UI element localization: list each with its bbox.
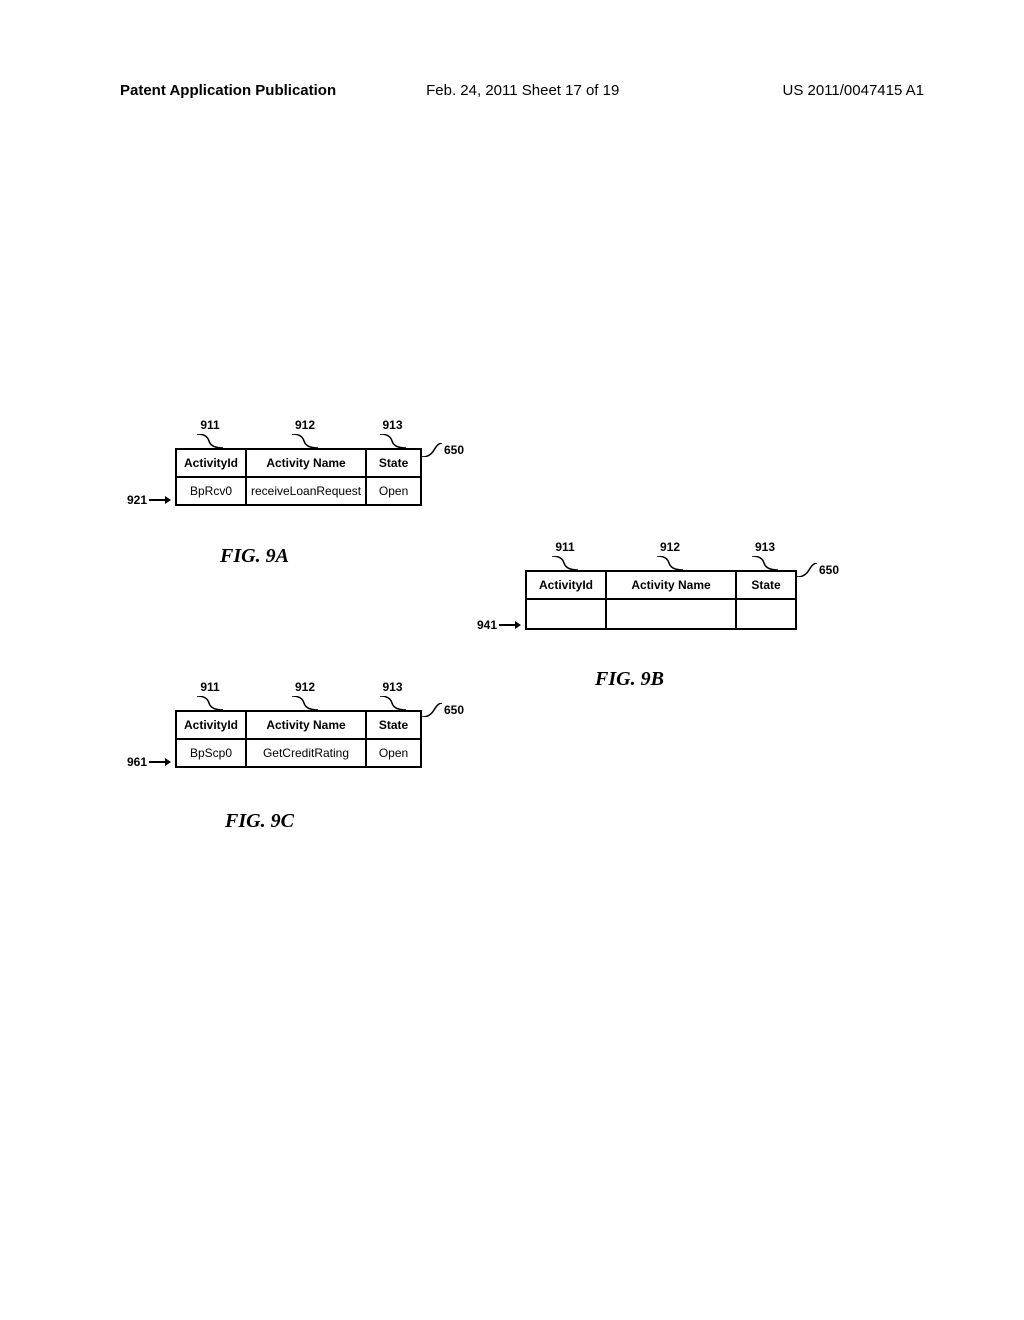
row-ref-label: 921 [127,493,147,507]
header-activity-name: Activity Name [246,711,366,739]
header-sheet-info: Feb. 24, 2011 Sheet 17 of 19 [426,82,619,99]
header-state: State [366,449,421,477]
activity-table-9a: ActivityId Activity Name State BpRcv0 re… [175,448,422,506]
header-activity-id: ActivityId [176,449,246,477]
activity-table-9b: ActivityId Activity Name State [525,570,797,630]
cell-activity-name: receiveLoanRequest [246,477,366,505]
cell-activity-name [606,599,736,629]
page-header: Patent Application Publication Feb. 24, … [120,82,924,99]
arrow-right-icon [499,620,521,630]
header-publication: Patent Application Publication [120,82,336,99]
caption-9c: FIG. 9C [225,810,294,833]
curve-leader-icon [422,443,442,457]
brace-icon [380,696,406,710]
header-state: State [366,711,421,739]
col-label-913: 913 [382,418,402,432]
brace-icon [752,556,778,570]
header-doc-number: US 2011/0047415 A1 [782,82,924,99]
col-label-912: 912 [295,680,315,694]
arrow-right-icon [149,757,171,767]
cell-activity-name: GetCreditRating [246,739,366,767]
cell-activity-id: BpRcv0 [176,477,246,505]
ref-label-text: 650 [444,443,464,457]
table-row: BpScp0 GetCreditRating Open [176,739,421,767]
curve-leader-icon [797,563,817,577]
arrow-right-icon [149,495,171,505]
header-activity-name: Activity Name [606,571,736,599]
col-label-912: 912 [660,540,680,554]
table-ref-650-a: 650 [422,443,464,457]
cell-state: Open [366,739,421,767]
ref-label-text: 650 [819,563,839,577]
cell-state: Open [366,477,421,505]
row-ref-921: 921 [127,493,171,507]
brace-icon [292,696,318,710]
col-label-912: 912 [295,418,315,432]
curve-leader-icon [422,703,442,717]
cell-activity-id [526,599,606,629]
row-ref-label: 941 [477,618,497,632]
cell-activity-id: BpScp0 [176,739,246,767]
brace-icon [197,434,223,448]
figure-9b: 911 912 913 ActivityId Activity Name Sta… [525,540,797,630]
cell-state [736,599,796,629]
col-label-913: 913 [382,680,402,694]
brace-icon [292,434,318,448]
figure-9a: 911 912 913 ActivityId Activity Name Sta… [175,418,422,506]
table-row [526,599,796,629]
brace-icon [552,556,578,570]
col-label-913: 913 [755,540,775,554]
table-ref-650-b: 650 [797,563,839,577]
col-label-911: 911 [200,418,219,432]
col-label-911: 911 [555,540,574,554]
header-activity-name: Activity Name [246,449,366,477]
row-ref-941: 941 [477,618,521,632]
row-ref-961: 961 [127,755,171,769]
row-ref-label: 961 [127,755,147,769]
brace-icon [197,696,223,710]
table-header-row: ActivityId Activity Name State [176,449,421,477]
brace-icon [380,434,406,448]
figure-9c: 911 912 913 ActivityId Activity Name Sta… [175,680,422,768]
header-state: State [736,571,796,599]
table-ref-650-c: 650 [422,703,464,717]
ref-label-text: 650 [444,703,464,717]
caption-9a: FIG. 9A [220,545,289,568]
header-activity-id: ActivityId [176,711,246,739]
caption-9b: FIG. 9B [595,668,664,691]
table-header-row: ActivityId Activity Name State [176,711,421,739]
col-label-911: 911 [200,680,219,694]
activity-table-9c: ActivityId Activity Name State BpScp0 Ge… [175,710,422,768]
table-header-row: ActivityId Activity Name State [526,571,796,599]
header-activity-id: ActivityId [526,571,606,599]
brace-icon [657,556,683,570]
table-row: BpRcv0 receiveLoanRequest Open [176,477,421,505]
